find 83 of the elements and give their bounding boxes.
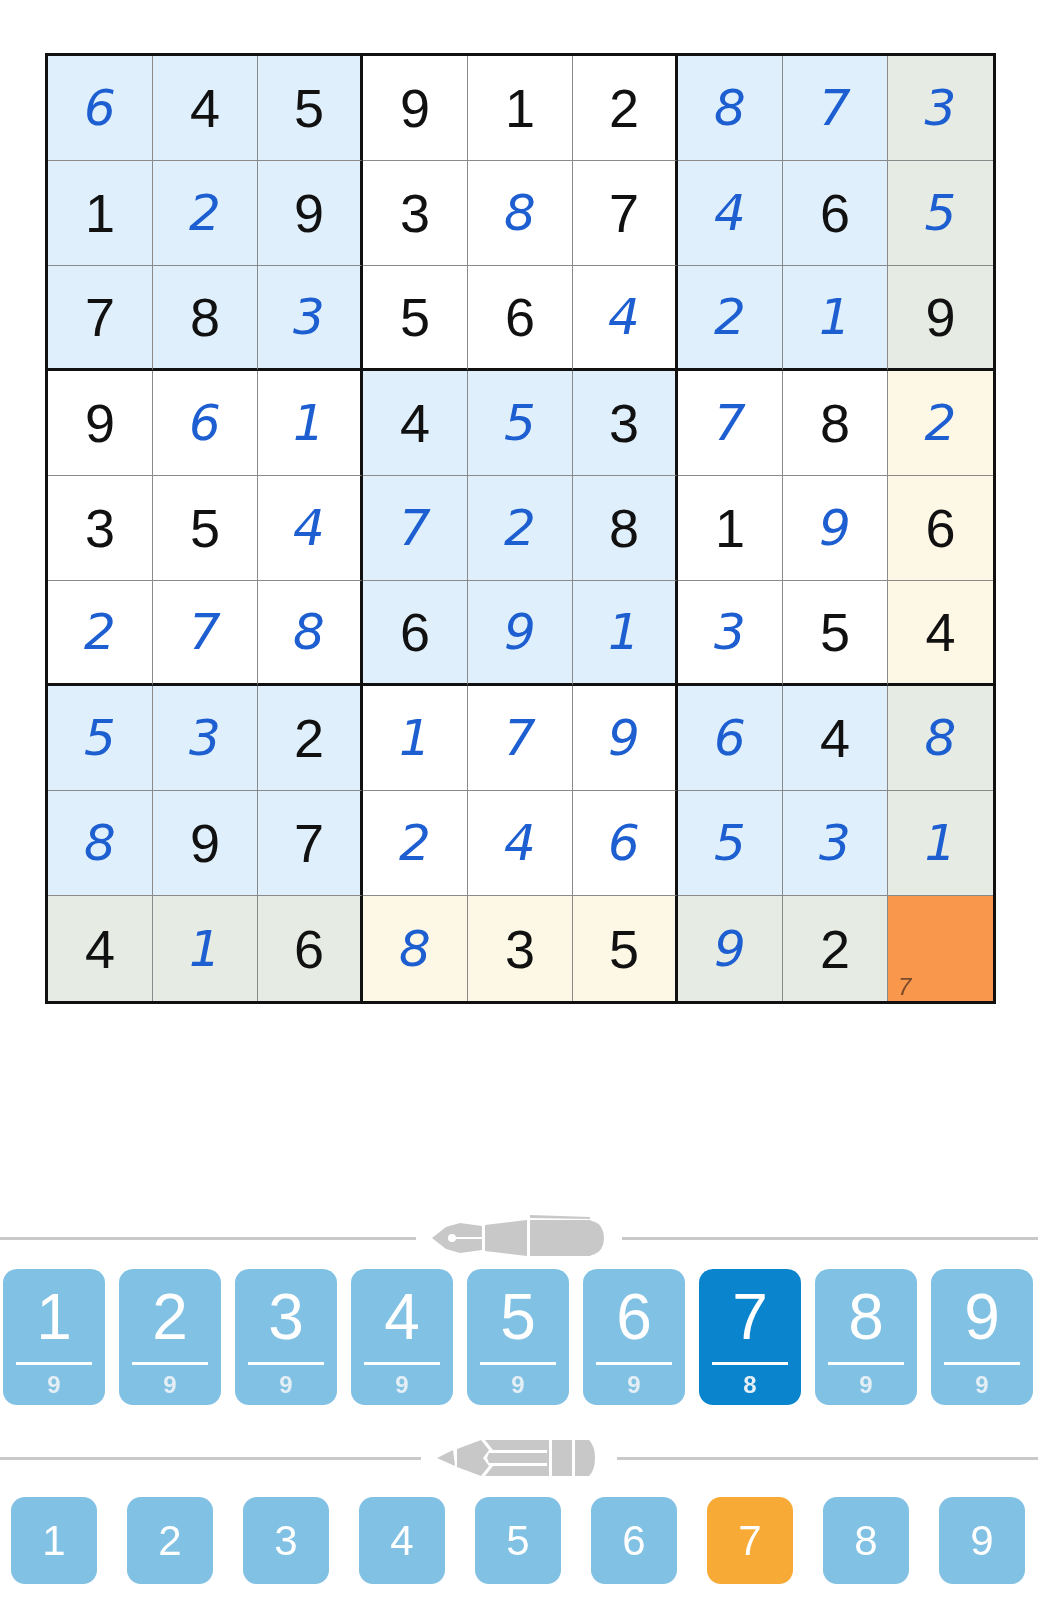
sudoku-cell[interactable]: 6 [678,686,783,791]
sudoku-cell[interactable]: 5 [153,476,258,581]
sudoku-cell[interactable]: 6 [258,896,363,1001]
sudoku-cell[interactable]: 3 [363,161,468,266]
sudoku-cell[interactable]: 5 [363,266,468,371]
sudoku-cell[interactable]: 9 [888,266,993,371]
sudoku-cell[interactable]: 5 [48,686,153,791]
sudoku-cell[interactable]: 4 [783,686,888,791]
sudoku-cell[interactable]: 2 [573,56,678,161]
sudoku-cell[interactable]: 6 [468,266,573,371]
selected-cell[interactable]: 7 [888,896,993,1001]
sudoku-cell[interactable]: 1 [888,791,993,896]
sudoku-cell[interactable]: 3 [258,266,363,371]
sudoku-cell[interactable]: 1 [783,266,888,371]
sudoku-cell[interactable]: 4 [468,791,573,896]
sudoku-cell[interactable]: 4 [678,161,783,266]
sudoku-cell[interactable]: 8 [678,56,783,161]
sudoku-cell[interactable]: 6 [573,791,678,896]
sudoku-cell[interactable]: 8 [573,476,678,581]
sudoku-cell[interactable]: 8 [888,686,993,791]
sudoku-cell[interactable]: 2 [48,581,153,686]
sudoku-cell[interactable]: 2 [153,161,258,266]
sudoku-cell[interactable]: 7 [258,791,363,896]
sudoku-cell[interactable]: 7 [468,686,573,791]
sudoku-cell[interactable]: 3 [153,686,258,791]
sudoku-cell[interactable]: 2 [468,476,573,581]
sudoku-cell[interactable]: 6 [888,476,993,581]
sudoku-cell[interactable]: 3 [573,371,678,476]
sudoku-cell[interactable]: 5 [468,371,573,476]
sudoku-cell[interactable]: 1 [48,161,153,266]
sudoku-cell[interactable]: 9 [153,791,258,896]
sudoku-cell[interactable]: 2 [783,896,888,1001]
sudoku-cell[interactable]: 3 [678,581,783,686]
sudoku-cell[interactable]: 2 [258,686,363,791]
sudoku-cell[interactable]: 6 [153,371,258,476]
sudoku-cell[interactable]: 5 [783,581,888,686]
sudoku-cell[interactable]: 9 [783,476,888,581]
sudoku-cell[interactable]: 7 [783,56,888,161]
sudoku-cell[interactable]: 4 [258,476,363,581]
sudoku-cell[interactable]: 6 [783,161,888,266]
sudoku-cell[interactable]: 7 [48,266,153,371]
sudoku-cell[interactable]: 7 [573,161,678,266]
sudoku-cell[interactable]: 1 [363,686,468,791]
sudoku-cell[interactable]: 2 [363,791,468,896]
sudoku-cell[interactable]: 9 [48,371,153,476]
sudoku-cell[interactable]: 7 [153,581,258,686]
sudoku-cell[interactable]: 9 [258,161,363,266]
sudoku-cell[interactable]: 9 [468,581,573,686]
sudoku-cell[interactable]: 3 [888,56,993,161]
sudoku-cell[interactable]: 5 [573,896,678,1001]
sudoku-cell[interactable]: 4 [363,371,468,476]
pencil-note: 7 [898,975,912,999]
sudoku-cell[interactable]: 9 [678,896,783,1001]
sudoku-cell[interactable]: 8 [153,266,258,371]
sudoku-cell[interactable]: 3 [48,476,153,581]
sudoku-cell[interactable]: 1 [153,896,258,1001]
sudoku-cell[interactable]: 4 [153,56,258,161]
sudoku-cell[interactable]: 5 [258,56,363,161]
sudoku-cell[interactable]: 6 [48,56,153,161]
sudoku-cell[interactable]: 8 [363,896,468,1001]
digit-key[interactable]: 7 8 [699,1269,801,1405]
sudoku-cell[interactable]: 8 [783,371,888,476]
sudoku-cell[interactable]: 3 [468,896,573,1001]
sudoku-cell[interactable]: 5 [678,791,783,896]
sudoku-cell[interactable]: 6 [363,581,468,686]
sudoku-cell[interactable]: 4 [48,896,153,1001]
sudoku-cell[interactable]: 2 [888,371,993,476]
sudoku-cell[interactable]: 1 [573,581,678,686]
sudoku-cell[interactable]: 1 [678,476,783,581]
sudoku-cell[interactable]: 2 [678,266,783,371]
sudoku-cell[interactable]: 8 [258,581,363,686]
sudoku-cell[interactable]: 1 [468,56,573,161]
sudoku-cell[interactable]: 4 [573,266,678,371]
sudoku-cell[interactable]: 9 [573,686,678,791]
sudoku-cell[interactable]: 8 [48,791,153,896]
sudoku-cell[interactable]: 3 [783,791,888,896]
sudoku-cell[interactable]: 7 [678,371,783,476]
sudoku-cell[interactable]: 8 [468,161,573,266]
sudoku-cell[interactable]: 1 [258,371,363,476]
sudoku-cell[interactable]: 7 [363,476,468,581]
sudoku-cell[interactable]: 5 [888,161,993,266]
sudoku-cell[interactable]: 4 [888,581,993,686]
sudoku-cell[interactable]: 9 [363,56,468,161]
